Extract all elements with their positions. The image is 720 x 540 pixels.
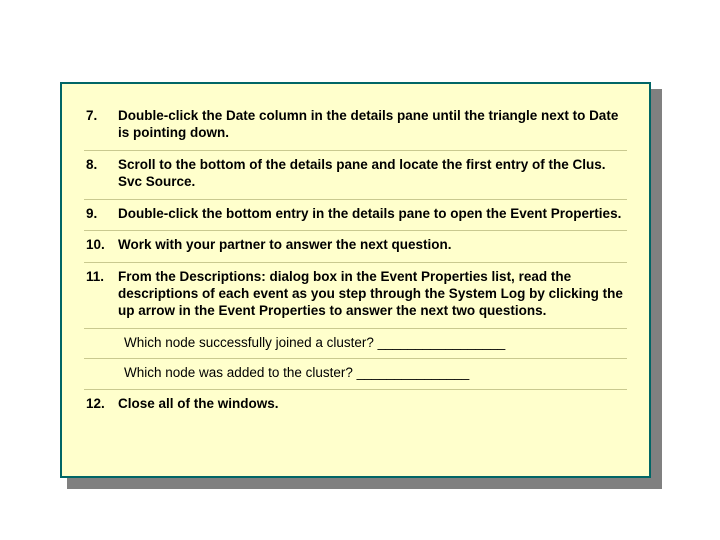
step-text: Double-click the bottom entry in the det… (118, 206, 627, 223)
step-7: 7. Double-click the Date column in the d… (84, 102, 627, 151)
step-12: 12. Close all of the windows. (84, 390, 627, 421)
indent-spacer (84, 364, 124, 382)
question-text: Which node was added to the cluster? ___… (124, 364, 627, 382)
question-text: Which node successfully joined a cluster… (124, 334, 627, 352)
step-number: 8. (84, 157, 118, 174)
instruction-list: 7. Double-click the Date column in the d… (62, 84, 649, 435)
step-8: 8. Scroll to the bottom of the details p… (84, 151, 627, 200)
step-number: 9. (84, 206, 118, 223)
step-number: 11. (84, 269, 118, 286)
step-9: 9. Double-click the bottom entry in the … (84, 200, 627, 232)
question-2: Which node was added to the cluster? ___… (84, 359, 627, 390)
step-number: 10. (84, 237, 118, 254)
step-text: Double-click the Date column in the deta… (118, 108, 627, 142)
step-text: From the Descriptions: dialog box in the… (118, 269, 627, 320)
step-number: 12. (84, 396, 118, 413)
step-11: 11. From the Descriptions: dialog box in… (84, 263, 627, 329)
question-1: Which node successfully joined a cluster… (84, 329, 627, 360)
step-number: 7. (84, 108, 118, 125)
step-text: Close all of the windows. (118, 396, 627, 413)
step-text: Work with your partner to answer the nex… (118, 237, 627, 254)
instruction-panel: 7. Double-click the Date column in the d… (60, 82, 651, 478)
step-10: 10. Work with your partner to answer the… (84, 231, 627, 263)
indent-spacer (84, 334, 124, 352)
step-text: Scroll to the bottom of the details pane… (118, 157, 627, 191)
